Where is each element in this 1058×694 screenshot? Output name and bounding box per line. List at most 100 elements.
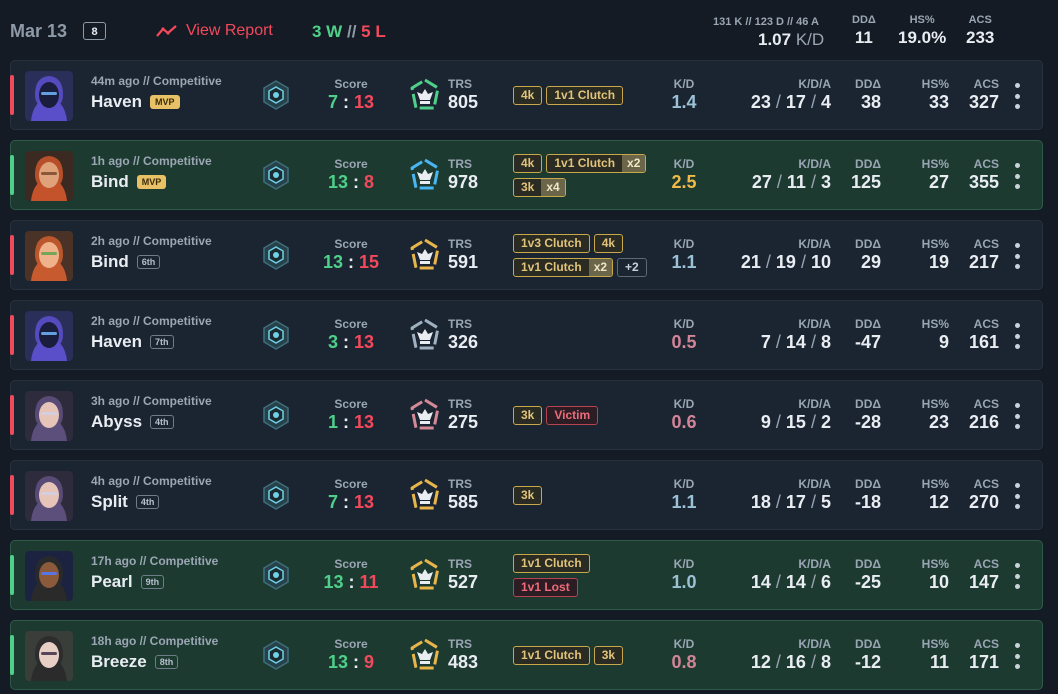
deaths: 17	[785, 492, 806, 512]
tag-line: 1v1 Clutch 3k	[513, 645, 624, 665]
map-name: Haven 7th	[91, 332, 174, 352]
dda-value: 29	[860, 252, 881, 272]
match-row[interactable]: 3h ago // Competitive Abyss 4th Score 1 : 13…	[10, 380, 1043, 450]
overall-dda-value: 11	[854, 28, 873, 47]
trs-stat: TRS 326	[448, 317, 478, 353]
placement-badge: MVP	[136, 175, 167, 189]
kda-sep: /	[775, 492, 781, 512]
viper-avatar	[25, 631, 73, 681]
hs-stat: HS% 12	[911, 477, 949, 513]
highlight-tags: 4k 1v1 Clutch	[513, 61, 624, 129]
deaths: 17	[785, 92, 806, 112]
tag-line: 1v1 Clutch x2 +2	[513, 257, 647, 277]
overall-kd-value: 1.07	[758, 30, 792, 49]
hs-label: HS%	[921, 557, 949, 571]
highlight-tag: +2	[617, 257, 647, 277]
omen-avatar	[25, 71, 73, 121]
more-options-icon[interactable]	[1013, 163, 1021, 189]
overall-dda-label: DDΔ	[852, 14, 876, 26]
more-options-icon[interactable]	[1013, 323, 1021, 349]
trs-label: TRS	[448, 157, 472, 171]
kills: 18	[750, 492, 771, 512]
score-label: Score	[334, 317, 368, 331]
dda-stat: DDΔ 29	[841, 237, 881, 273]
tag-line: 1v1 Lost	[513, 577, 590, 597]
dda-value: -12	[854, 652, 881, 672]
match-meta: 2h ago // Competitive	[91, 314, 212, 328]
highlight-tags: 1v1 Clutch 1v1 Lost	[513, 541, 590, 609]
kda-sep: /	[775, 652, 781, 672]
acs-value: 147	[968, 572, 999, 592]
hs-value: 12	[928, 492, 949, 512]
overall-acs: ACS 233	[966, 14, 994, 48]
hs-label: HS%	[921, 77, 949, 91]
tag-label: 3k	[521, 408, 535, 422]
trs-value: 326	[448, 332, 479, 352]
kda-label: K/D/A	[798, 237, 831, 251]
trs-value: 591	[448, 252, 479, 272]
match-row[interactable]: 17h ago // Competitive Pearl 9th Score 13 : …	[10, 540, 1043, 610]
highlight-tag: 1v1 Clutch	[513, 553, 590, 573]
dda-value: 38	[860, 92, 881, 112]
rank-icon	[261, 480, 291, 510]
brimstone-avatar	[25, 151, 73, 201]
score-separator: :	[342, 492, 349, 512]
highlight-tag: 3k	[513, 405, 543, 425]
rank-icon	[261, 240, 291, 270]
more-options-icon[interactable]	[1013, 83, 1021, 109]
more-options-icon[interactable]	[1013, 403, 1021, 429]
match-row[interactable]: 18h ago // Competitive Breeze 8th Score 13 :…	[10, 620, 1043, 690]
trs-stat: TRS 978	[448, 157, 478, 193]
kda-stat: K/D/A 21 / 19 / 10	[701, 237, 831, 273]
trs-stat: TRS 585	[448, 477, 478, 513]
map-name: Bind MVP	[91, 172, 167, 192]
tag-label: 3k	[601, 648, 616, 662]
score-enemy: 13	[354, 492, 375, 512]
placement-badge: 6th	[136, 255, 161, 269]
more-options-icon[interactable]	[1013, 243, 1021, 269]
kda-totals: 131 K // 123 D // 46 A	[713, 16, 819, 28]
trs-label: TRS	[448, 477, 472, 491]
deaths: 11	[786, 172, 806, 192]
overall-hs-value: 19.0%	[898, 28, 947, 47]
more-options-icon[interactable]	[1013, 483, 1021, 509]
match-row[interactable]: 4h ago // Competitive Split 4th Score 7 : 13…	[10, 460, 1043, 530]
match-score: Score 13 : 8	[311, 157, 391, 193]
deaths: 19	[775, 252, 796, 272]
map-name: Haven MVP	[91, 92, 180, 112]
assists: 8	[820, 652, 831, 672]
wl-separator: //	[346, 22, 357, 41]
placement-badge: MVP	[150, 95, 180, 109]
match-row[interactable]: 2h ago // Competitive Bind 6th Score 13 : 15…	[10, 220, 1043, 290]
kda-stat: K/D/A 27 / 11 / 3	[701, 157, 831, 193]
summary-header: Mar 13 8 View Report 3 W // 5 L 131 K //…	[0, 0, 1058, 60]
match-score: Score 1 : 13	[311, 397, 391, 433]
match-row[interactable]: 1h ago // Competitive Bind MVP Score 13 : 8 T…	[10, 140, 1043, 210]
wins-count: 3 W	[312, 22, 343, 41]
trs-gold-icon	[409, 638, 441, 672]
view-report-button[interactable]: View Report	[156, 22, 273, 40]
hs-stat: HS% 27	[911, 157, 949, 193]
acs-label: ACS	[973, 237, 999, 251]
kills: 9	[760, 412, 771, 432]
match-row[interactable]: 2h ago // Competitive Haven 7th Score 3 : 13…	[10, 300, 1043, 370]
kda-label: K/D/A	[798, 317, 831, 331]
trs-stat: TRS 805	[448, 77, 478, 113]
trs-label: TRS	[448, 317, 472, 331]
view-report-label: View Report	[186, 22, 273, 39]
match-row[interactable]: 44m ago // Competitive Haven MVP Score 7 : 1…	[10, 60, 1043, 130]
score-team: 7	[327, 92, 338, 112]
match-score: Score 13 : 11	[311, 557, 391, 593]
rank-icon	[261, 640, 291, 670]
trs-stat: TRS 483	[448, 637, 478, 673]
more-options-icon[interactable]	[1013, 563, 1021, 589]
tag-line: 3k	[513, 485, 543, 505]
map-name: Split 4th	[91, 492, 160, 512]
score-label: Score	[334, 237, 368, 251]
more-options-icon[interactable]	[1013, 643, 1021, 669]
hs-value: 11	[929, 652, 949, 672]
score-team: 7	[327, 492, 338, 512]
score-label: Score	[334, 77, 368, 91]
trs-red-icon	[409, 398, 441, 432]
trs-label: TRS	[448, 557, 472, 571]
